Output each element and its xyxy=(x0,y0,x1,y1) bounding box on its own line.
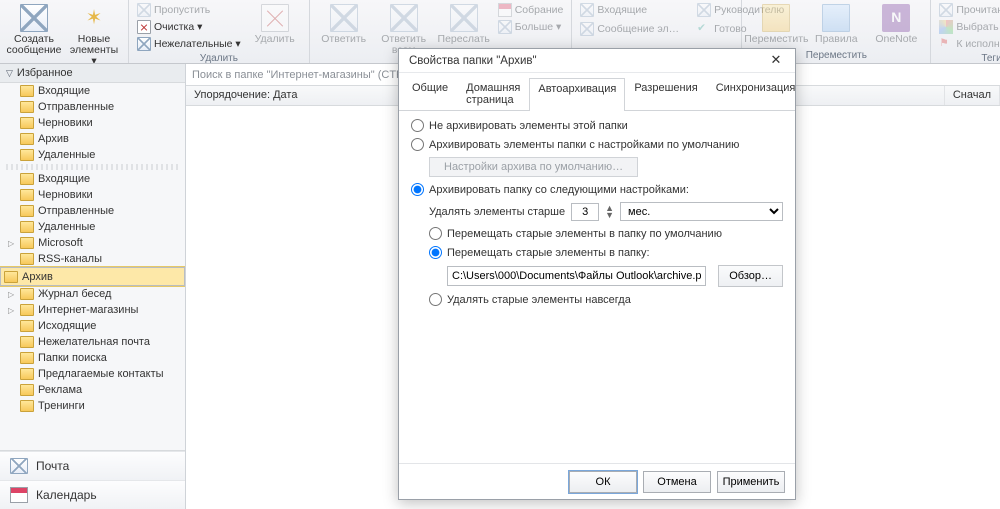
dialog-titlebar: Свойства папки "Архив" ✕ xyxy=(399,49,795,73)
tree-folder[interactable]: Тренинги xyxy=(0,398,185,414)
nav-separator xyxy=(6,164,179,170)
radio-no-archive[interactable]: Не архивировать элементы этой папки xyxy=(411,119,783,132)
folder-icon xyxy=(20,253,34,265)
folder-icon xyxy=(20,304,34,316)
browse-button[interactable]: Обзор… xyxy=(718,265,783,287)
folder-icon xyxy=(20,101,34,113)
cancel-button[interactable]: Отмена xyxy=(643,471,711,493)
clean-button[interactable]: Очистка ▾ xyxy=(135,19,243,35)
tree-folder[interactable]: Отправленные xyxy=(0,203,185,219)
folder-icon xyxy=(20,352,34,364)
dialog-tab[interactable]: Разрешения xyxy=(625,77,706,110)
folder-icon xyxy=(20,368,34,380)
default-settings-button: Настройки архива по умолчанию… xyxy=(429,157,638,177)
delete-button[interactable]: Удалить xyxy=(247,2,303,47)
fav-folder[interactable]: Черновики xyxy=(0,115,185,131)
tree-folder[interactable]: ▷Журнал бесед xyxy=(0,286,185,302)
reply-button[interactable]: Ответить xyxy=(316,2,372,47)
folder-icon xyxy=(20,173,34,185)
tree-folder[interactable]: Исходящие xyxy=(0,318,185,334)
ribbon-group-delete: Пропустить Очистка ▾ Нежелательные ▾ Уда… xyxy=(129,0,310,63)
forward-button[interactable]: Переслать xyxy=(436,2,492,47)
nav-calendar[interactable]: Календарь xyxy=(0,480,185,509)
dialog-tab[interactable]: Автоархивация xyxy=(529,78,625,111)
move-button[interactable]: Переместить xyxy=(748,2,804,47)
folder-icon xyxy=(20,85,34,97)
qs-msg[interactable]: Сообщение эл… xyxy=(578,21,681,37)
folder-nav: ▽Избранное ВходящиеОтправленныеЧерновики… xyxy=(0,64,186,509)
followup-button[interactable]: ⚑К исполнению ▾ xyxy=(937,36,1000,52)
sort-dir[interactable]: Сначал xyxy=(945,86,1000,105)
age-label: Удалять элементы старше xyxy=(429,206,565,218)
tree-folder[interactable]: Удаленные xyxy=(0,219,185,235)
group-title-delete: Удалить xyxy=(135,52,303,64)
folder-icon xyxy=(20,133,34,145)
age-unit-select[interactable]: мес. xyxy=(620,202,783,221)
junk-button[interactable]: Нежелательные ▾ xyxy=(135,36,243,52)
age-input[interactable] xyxy=(571,203,599,221)
folder-icon xyxy=(20,189,34,201)
new-items-button[interactable]: ✶Новые элементы ▾ xyxy=(66,2,122,64)
folder-properties-dialog: Свойства папки "Архив" ✕ ОбщиеДомашняя с… xyxy=(398,48,796,500)
radio-move-folder[interactable]: Перемещать старые элементы в папку: xyxy=(429,246,783,259)
tree-folder[interactable]: ▷Microsoft xyxy=(0,235,185,251)
more-button[interactable]: Больше ▾ xyxy=(496,19,566,35)
dialog-tab[interactable]: Синхронизация xyxy=(707,77,805,110)
tree-folder[interactable]: Папки поиска xyxy=(0,350,185,366)
folder-icon xyxy=(20,384,34,396)
tree-folder[interactable]: Архив xyxy=(0,267,185,286)
folder-icon xyxy=(4,271,18,283)
ok-button[interactable]: ОК xyxy=(569,471,637,493)
apply-button[interactable]: Применить xyxy=(717,471,785,493)
chevron-down-icon: ▽ xyxy=(6,68,13,79)
tree-folder[interactable]: ▷Интернет-магазины xyxy=(0,302,185,318)
new-message-button[interactable]: Создать сообщение xyxy=(6,2,62,58)
fav-folder[interactable]: Архив xyxy=(0,131,185,147)
ribbon-group-create: Создать сообщение ✶Новые элементы ▾ Созд… xyxy=(0,0,129,63)
radio-delete-forever[interactable]: Удалять старые элементы навсегда xyxy=(429,293,783,306)
folder-icon xyxy=(20,400,34,412)
dialog-title: Свойства папки "Архив" xyxy=(409,55,537,67)
tree-folder[interactable]: Черновики xyxy=(0,187,185,203)
radio-custom-archive[interactable]: Архивировать папку со следующими настрой… xyxy=(411,183,783,196)
dialog-tabs: ОбщиеДомашняя страницаАвтоархивацияРазре… xyxy=(399,73,795,111)
onenote-button[interactable]: NOneNote xyxy=(868,2,924,47)
categorize-button[interactable]: Выбрать категори xyxy=(937,19,1000,35)
tree-folder[interactable]: RSS-каналы xyxy=(0,251,185,267)
folder-icon xyxy=(20,221,34,233)
archive-path-input[interactable] xyxy=(447,266,706,286)
qs-inbox[interactable]: Входящие xyxy=(578,2,681,18)
fav-folder[interactable]: Отправленные xyxy=(0,99,185,115)
group-title-tags: Теги xyxy=(937,52,1000,64)
folder-icon xyxy=(20,237,34,249)
tree-folder[interactable]: Нежелательная почта xyxy=(0,334,185,350)
folder-icon xyxy=(20,288,34,300)
meeting-button[interactable]: Собрание xyxy=(496,2,566,18)
close-button[interactable]: ✕ xyxy=(763,51,789,71)
folder-icon xyxy=(20,149,34,161)
fav-folder[interactable]: Удаленные xyxy=(0,147,185,163)
folder-icon xyxy=(20,320,34,332)
ribbon-group-tags: Прочитано? Выбрать категори ⚑К исполнени… xyxy=(931,0,1000,63)
read-button[interactable]: Прочитано? xyxy=(937,2,1000,18)
folder-icon xyxy=(20,205,34,217)
favorites-header[interactable]: ▽Избранное xyxy=(0,64,185,83)
radio-move-default[interactable]: Перемещать старые элементы в папку по ум… xyxy=(429,227,783,240)
tree-folder[interactable]: Предлагаемые контакты xyxy=(0,366,185,382)
folder-icon xyxy=(20,336,34,348)
nav-mail[interactable]: Почта xyxy=(0,451,185,480)
radio-default-archive[interactable]: Архивировать элементы папки с настройкам… xyxy=(411,138,783,151)
tree-folder[interactable]: Реклама xyxy=(0,382,185,398)
rules-button[interactable]: Правила xyxy=(808,2,864,47)
tree-folder[interactable]: Входящие xyxy=(0,171,185,187)
fav-folder[interactable]: Входящие xyxy=(0,83,185,99)
dialog-tab[interactable]: Общие xyxy=(403,77,457,110)
dialog-tab[interactable]: Домашняя страница xyxy=(457,77,529,110)
folder-icon xyxy=(20,117,34,129)
skip-button[interactable]: Пропустить xyxy=(135,2,243,18)
